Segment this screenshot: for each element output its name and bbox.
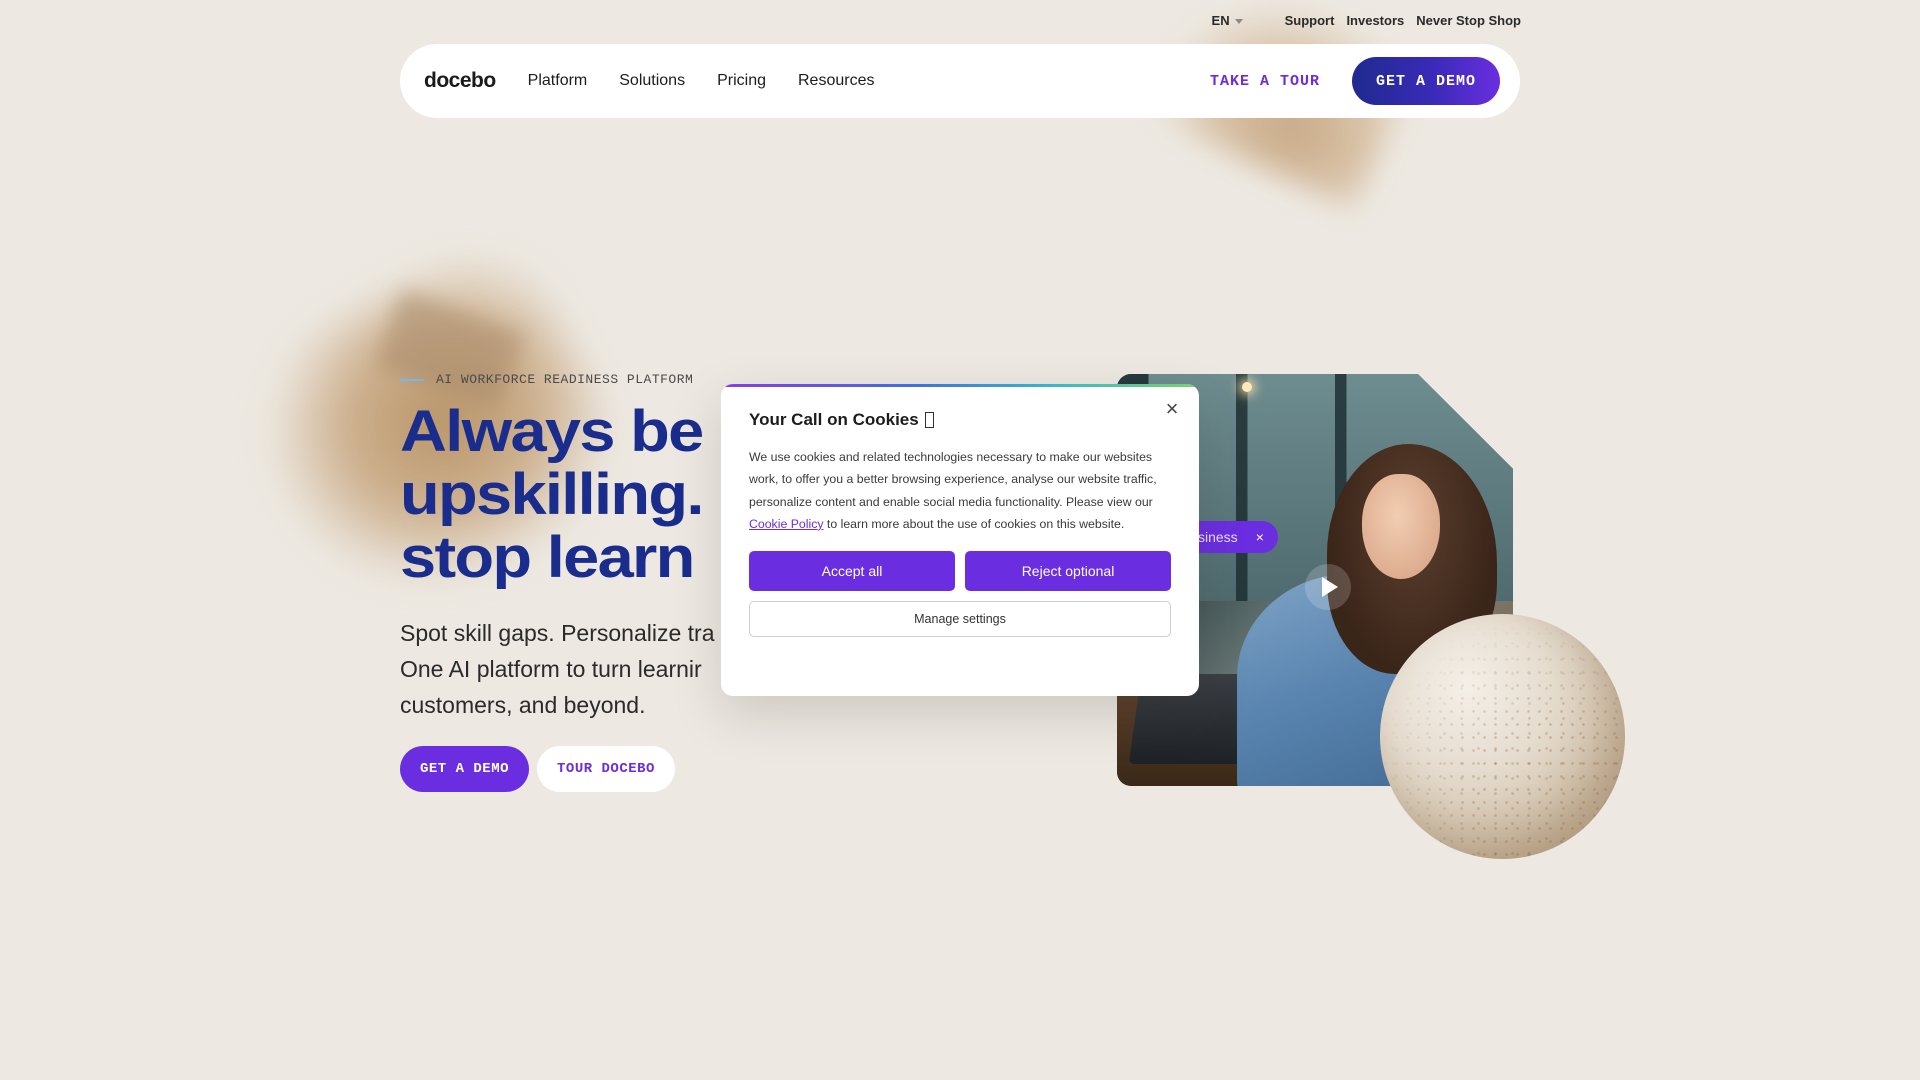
cookie-body-text: We use cookies and related technologies … [749, 450, 1157, 509]
subcopy-line-3: customers, and beyond. [400, 692, 646, 718]
nav-item-pricing[interactable]: Pricing [717, 72, 766, 90]
nav-item-resources[interactable]: Resources [798, 72, 874, 90]
headline-line-3: stop learn [400, 525, 695, 589]
cookie-policy-link[interactable]: Cookie Policy [749, 517, 824, 531]
tag-label: siness [1198, 529, 1238, 545]
cookie-body-text-end: to learn more about the use of cookies o… [823, 516, 1125, 531]
missing-glyph-icon [924, 412, 934, 428]
nav-item-solutions[interactable]: Solutions [619, 72, 685, 90]
nav-get-demo-button[interactable]: GET A DEMO [1351, 57, 1500, 105]
language-label: EN [1211, 13, 1230, 28]
cookie-title-text: Your Call on Cookies [749, 410, 919, 429]
headline-line-1: Always be [400, 400, 704, 464]
hero-buttons: GET A DEMO TOUR DOCEBO [400, 746, 675, 792]
hero-tour-docebo-button[interactable]: TOUR DOCEBO [537, 746, 675, 792]
utility-link-never-stop-shop[interactable]: Never Stop Shop [1416, 13, 1521, 28]
headline-line-2: upskilling. [400, 462, 704, 527]
close-icon[interactable]: × [1256, 529, 1264, 545]
manage-settings-button[interactable]: Manage settings [749, 601, 1171, 638]
subcopy-line-2: One AI platform to turn learnir [400, 656, 702, 682]
hero-eyebrow: AI WORKFORCE READINESS PLATFORM [400, 372, 693, 387]
eyebrow-text: AI WORKFORCE READINESS PLATFORM [436, 372, 694, 387]
utility-bar: EN Support Investors Never Stop Shop [1212, 13, 1521, 28]
decorative-blob-left-accent [375, 290, 525, 410]
cookie-dialog-body: We use cookies and related technologies … [749, 446, 1171, 535]
nav-item-platform[interactable]: Platform [528, 72, 588, 90]
cookie-consent-dialog: × Your Call on Cookies We use cookies an… [721, 384, 1199, 696]
reject-optional-button[interactable]: Reject optional [965, 551, 1171, 592]
eyebrow-line [400, 378, 424, 381]
video-person-face [1362, 474, 1440, 579]
cookie-buttons: Accept all Reject optional [749, 551, 1171, 592]
chevron-down-icon [1234, 19, 1243, 24]
take-a-tour-link[interactable]: TAKE A TOUR [1210, 73, 1320, 90]
hero-subcopy: Spot skill gaps. Personalize tra One AI … [400, 615, 730, 723]
play-icon[interactable] [1305, 564, 1351, 610]
utility-link-support[interactable]: Support [1285, 13, 1335, 28]
main-nav: docebo Platform Solutions Pricing Resour… [400, 44, 1520, 118]
language-selector[interactable]: EN [1212, 13, 1243, 28]
docebo-logo[interactable]: docebo [424, 69, 496, 93]
sphere-texture [1380, 614, 1625, 859]
nav-actions: TAKE A TOUR GET A DEMO [1210, 57, 1500, 105]
hero-headline: Always be upskilling. stop learn [400, 400, 770, 589]
accept-all-button[interactable]: Accept all [749, 551, 955, 592]
close-icon[interactable]: × [1159, 396, 1185, 422]
subcopy-line-1: Spot skill gaps. Personalize tra [400, 620, 715, 646]
utility-link-investors[interactable]: Investors [1346, 13, 1404, 28]
hero-get-demo-button[interactable]: GET A DEMO [400, 746, 530, 792]
cookie-dialog-title: Your Call on Cookies [749, 410, 1171, 430]
decorative-sphere [1380, 614, 1625, 859]
nav-links: Platform Solutions Pricing Resources [528, 72, 875, 90]
